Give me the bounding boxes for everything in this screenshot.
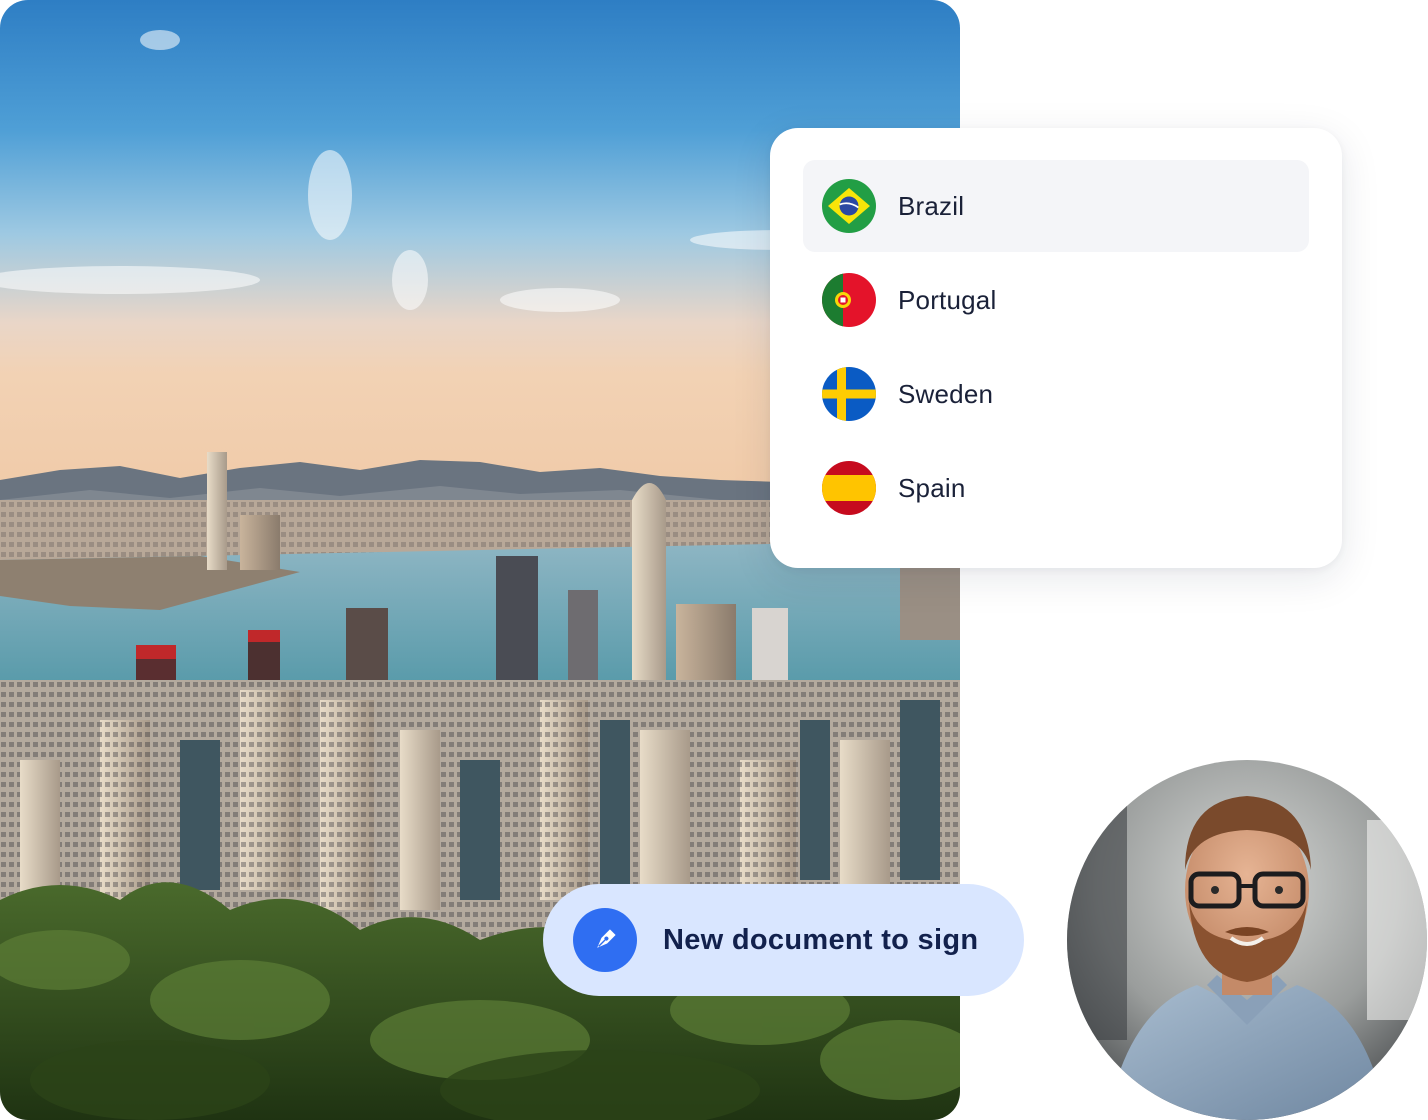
notification-label: New document to sign — [663, 923, 979, 956]
pen-icon — [573, 908, 637, 972]
country-option-brazil[interactable]: Brazil — [803, 160, 1309, 252]
portugal-flag-icon — [822, 273, 876, 327]
country-label: Brazil — [898, 190, 965, 221]
country-label: Sweden — [898, 378, 994, 409]
brazil-flag-icon — [822, 179, 876, 233]
country-dropdown: Brazil Portugal Sweden Spain — [770, 128, 1342, 568]
user-avatar — [1067, 760, 1427, 1120]
spain-flag-icon — [822, 461, 876, 515]
sweden-flag-icon — [822, 367, 876, 421]
country-label: Portugal — [898, 284, 997, 315]
country-option-portugal[interactable]: Portugal — [803, 254, 1309, 346]
new-document-notification[interactable]: New document to sign — [543, 884, 1024, 996]
country-option-spain[interactable]: Spain — [803, 442, 1309, 534]
country-label: Spain — [898, 472, 966, 503]
country-option-sweden[interactable]: Sweden — [803, 348, 1309, 440]
